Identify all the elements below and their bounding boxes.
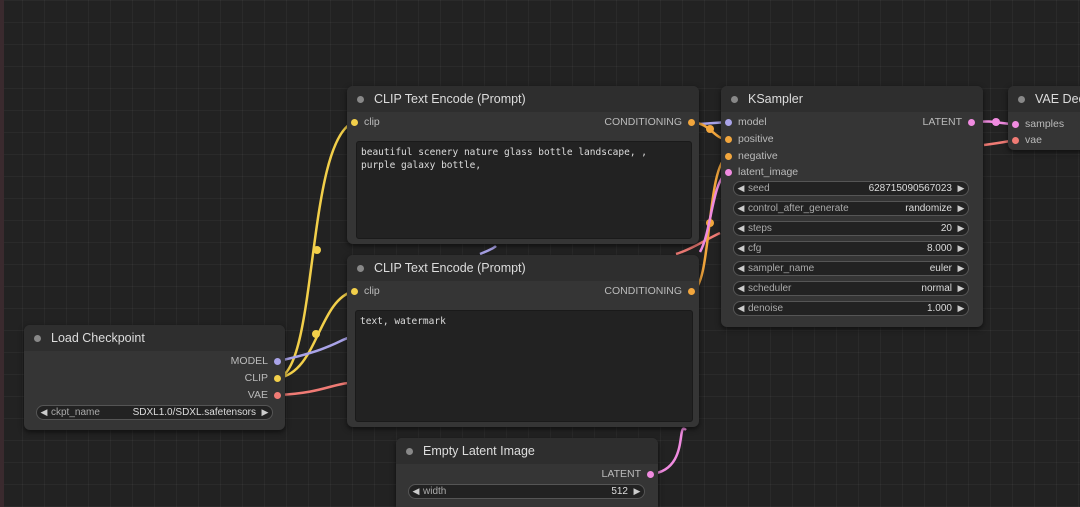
output-clip[interactable]: CLIP xyxy=(245,370,281,386)
output-conditioning[interactable]: CONDITIONING xyxy=(604,283,695,299)
width-widget[interactable]: ◀ width 512 ▶ xyxy=(408,484,645,499)
increment-arrow-icon[interactable]: ▶ xyxy=(258,407,272,418)
clip-input-slot[interactable] xyxy=(351,118,358,126)
latent-input-slot[interactable] xyxy=(725,168,732,176)
conditioning-output-slot[interactable] xyxy=(688,287,695,295)
clip-text-encode-negative-node[interactable]: CLIP Text Encode (Prompt) clip CONDITION… xyxy=(347,255,699,427)
steps-widget[interactable]: ◀ steps 20 ▶ xyxy=(733,221,969,236)
model-output-slot[interactable] xyxy=(274,357,281,365)
node-header[interactable]: CLIP Text Encode (Prompt) xyxy=(347,86,699,112)
input-clip[interactable]: clip xyxy=(351,283,380,299)
input-vae[interactable]: vae xyxy=(1012,132,1042,148)
decrement-arrow-icon[interactable]: ◀ xyxy=(409,486,423,497)
latent-output-slot[interactable] xyxy=(647,470,654,478)
increment-arrow-icon[interactable]: ▶ xyxy=(954,243,968,254)
increment-arrow-icon[interactable]: ▶ xyxy=(954,283,968,294)
node-title: VAE Dec xyxy=(1035,92,1080,106)
collapse-dot[interactable] xyxy=(357,95,364,103)
output-model[interactable]: MODEL xyxy=(231,353,281,369)
clip-output-slot[interactable] xyxy=(274,374,281,382)
input-positive[interactable]: positive xyxy=(725,131,774,147)
input-latent-image[interactable]: latent_image xyxy=(725,164,798,180)
node-title: CLIP Text Encode (Prompt) xyxy=(374,261,526,275)
output-latent[interactable]: LATENT xyxy=(602,466,654,482)
decrement-arrow-icon[interactable]: ◀ xyxy=(734,203,748,214)
input-samples[interactable]: samples xyxy=(1012,116,1064,132)
decrement-arrow-icon[interactable]: ◀ xyxy=(734,243,748,254)
input-negative[interactable]: negative xyxy=(725,148,778,164)
seed-widget[interactable]: ◀ seed 628715090567023 ▶ xyxy=(733,181,969,196)
ckpt-name-widget[interactable]: ◀ ckpt_name SDXL1.0/SDXL.safetensors ▶ xyxy=(36,405,273,420)
collapse-dot[interactable] xyxy=(357,264,364,272)
decrement-arrow-icon[interactable]: ◀ xyxy=(734,263,748,274)
vae-decode-node[interactable]: VAE Dec samples vae xyxy=(1008,86,1080,150)
increment-arrow-icon[interactable]: ▶ xyxy=(954,303,968,314)
node-header[interactable]: VAE Dec xyxy=(1008,86,1080,112)
clip-text-encode-positive-node[interactable]: CLIP Text Encode (Prompt) clip CONDITION… xyxy=(347,86,699,244)
output-vae[interactable]: VAE xyxy=(248,387,281,403)
samples-input-slot[interactable] xyxy=(1012,120,1019,128)
increment-arrow-icon[interactable]: ▶ xyxy=(954,183,968,194)
collapse-dot[interactable] xyxy=(731,95,738,103)
node-title: KSampler xyxy=(748,92,803,106)
node-header[interactable]: Load Checkpoint xyxy=(24,325,285,351)
latent-output-slot[interactable] xyxy=(968,118,975,126)
increment-arrow-icon[interactable]: ▶ xyxy=(954,203,968,214)
increment-arrow-icon[interactable]: ▶ xyxy=(630,486,644,497)
conditioning-output-slot[interactable] xyxy=(688,118,695,126)
decrement-arrow-icon[interactable]: ◀ xyxy=(734,223,748,234)
decrement-arrow-icon[interactable]: ◀ xyxy=(734,303,748,314)
cfg-widget[interactable]: ◀ cfg 8.000 ▶ xyxy=(733,241,969,256)
vae-output-slot[interactable] xyxy=(274,391,281,399)
collapse-dot[interactable] xyxy=(34,334,41,342)
output-latent[interactable]: LATENT xyxy=(923,114,975,130)
link-model-to-ksampler xyxy=(277,336,349,363)
decrement-arrow-icon[interactable]: ◀ xyxy=(734,283,748,294)
collapse-dot[interactable] xyxy=(1018,95,1025,103)
node-header[interactable]: KSampler xyxy=(721,86,983,112)
decrement-arrow-icon[interactable]: ◀ xyxy=(37,407,51,418)
prompt-textarea[interactable]: beautiful scenery nature glass bottle la… xyxy=(356,141,692,239)
clip-input-slot[interactable] xyxy=(351,287,358,295)
sampler-name-widget[interactable]: ◀ sampler_name euler ▶ xyxy=(733,261,969,276)
collapse-dot[interactable] xyxy=(406,447,413,455)
node-header[interactable]: Empty Latent Image xyxy=(396,438,658,464)
input-clip[interactable]: clip xyxy=(351,114,380,130)
load-checkpoint-node[interactable]: Load Checkpoint MODEL CLIP VAE ◀ ckpt_na… xyxy=(24,325,285,430)
node-header[interactable]: CLIP Text Encode (Prompt) xyxy=(347,255,699,281)
denoise-widget[interactable]: ◀ denoise 1.000 ▶ xyxy=(733,301,969,316)
positive-input-slot[interactable] xyxy=(725,135,732,143)
ksampler-node[interactable]: KSampler model LATENT positive negative … xyxy=(721,86,983,327)
input-model[interactable]: model xyxy=(725,114,767,130)
node-title: Empty Latent Image xyxy=(423,444,535,458)
increment-arrow-icon[interactable]: ▶ xyxy=(954,223,968,234)
node-title: CLIP Text Encode (Prompt) xyxy=(374,92,526,106)
output-conditioning[interactable]: CONDITIONING xyxy=(604,114,695,130)
increment-arrow-icon[interactable]: ▶ xyxy=(954,263,968,274)
link-midpoint xyxy=(313,246,321,254)
prompt-textarea[interactable]: text, watermark xyxy=(355,310,693,422)
node-title: Load Checkpoint xyxy=(51,331,145,345)
vae-input-slot[interactable] xyxy=(1012,136,1019,144)
scheduler-widget[interactable]: ◀ scheduler normal ▶ xyxy=(733,281,969,296)
model-input-slot[interactable] xyxy=(725,118,732,126)
decrement-arrow-icon[interactable]: ◀ xyxy=(734,183,748,194)
link-vae-to-decode xyxy=(277,381,349,397)
control-after-generate-widget[interactable]: ◀ control_after_generate randomize ▶ xyxy=(733,201,969,216)
empty-latent-image-node[interactable]: Empty Latent Image LATENT ◀ width 512 ▶ xyxy=(396,438,658,507)
link-midpoint xyxy=(312,330,320,338)
negative-input-slot[interactable] xyxy=(725,152,732,160)
